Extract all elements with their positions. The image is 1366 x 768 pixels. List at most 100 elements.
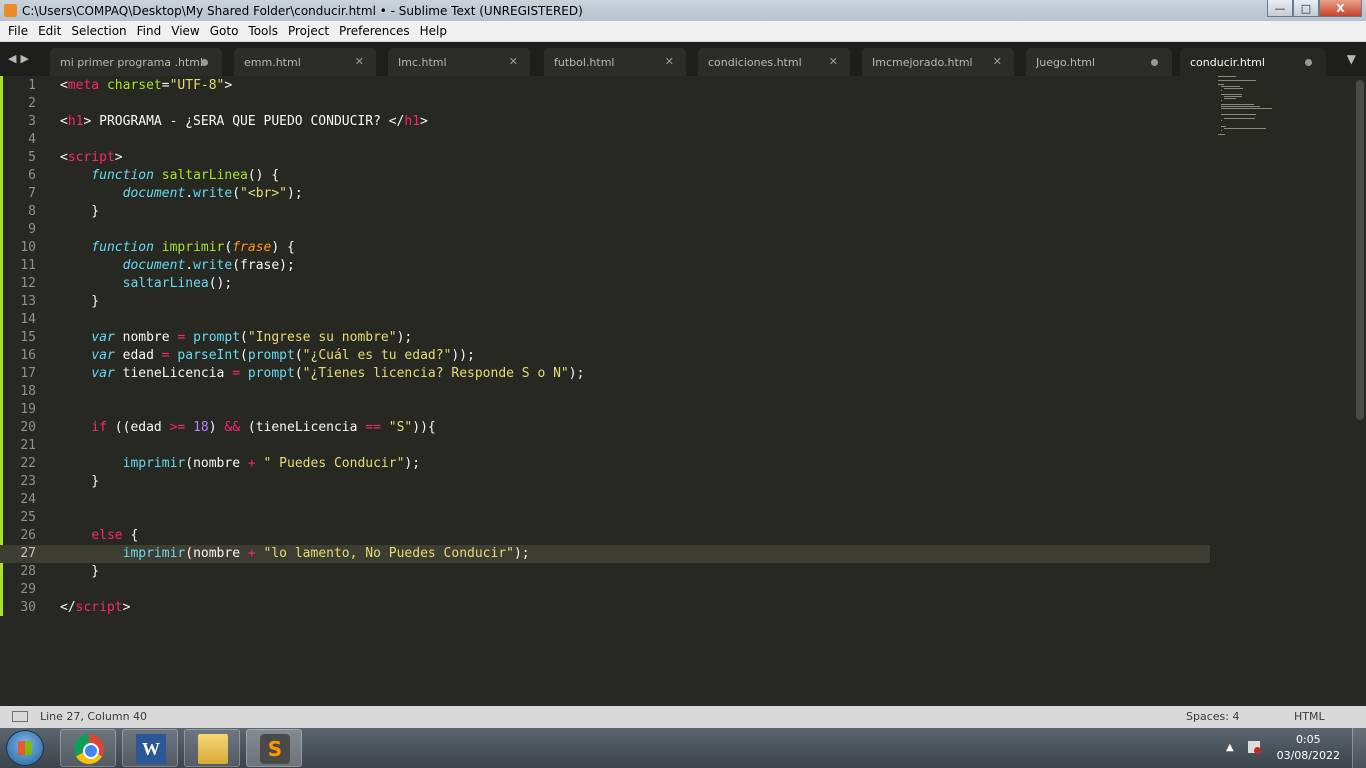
panel-toggle-icon[interactable]	[12, 711, 28, 722]
code-line[interactable]: 15 var nombre = prompt("Ingrese su nombr…	[0, 329, 1210, 347]
code-line[interactable]: 20 if ((edad >= 18) && (tieneLicencia ==…	[0, 419, 1210, 437]
line-code: saltarLinea();	[122, 276, 233, 291]
code-line[interactable]: 24	[0, 491, 1210, 509]
taskbar-word[interactable]: W	[122, 729, 178, 767]
code-line[interactable]: 10 function imprimir(frase) {	[0, 239, 1210, 257]
code-line[interactable]: 14	[0, 311, 1210, 329]
tab-overflow-icon[interactable]: ▼	[1347, 52, 1356, 66]
tab-label: Imc.html	[398, 55, 447, 69]
minimap-line	[1224, 96, 1242, 97]
menu-project[interactable]: Project	[283, 24, 334, 38]
minimap-line	[1221, 106, 1261, 107]
code-line[interactable]: 21	[0, 437, 1210, 455]
maximize-button[interactable]: □	[1293, 0, 1319, 17]
line-number: 20	[20, 420, 36, 435]
line-number: 29	[20, 582, 36, 597]
title-bar: C:\Users\COMPAQ\Desktop\My Shared Folder…	[0, 0, 1366, 21]
line-code: <h1> PROGRAMA - ¿SERA QUE PUEDO CONDUCIR…	[60, 114, 428, 129]
tab-futbol[interactable]: futbol.html ✕	[544, 48, 686, 76]
close-tab-icon[interactable]: ✕	[509, 55, 518, 68]
clock[interactable]: 0:05 03/08/2022	[1277, 732, 1340, 764]
code-line[interactable]: 3 <h1> PROGRAMA - ¿SERA QUE PUEDO CONDUCI…	[0, 113, 1210, 131]
code-line[interactable]: 5 <script>	[0, 149, 1210, 167]
line-code: }	[60, 294, 100, 309]
tab-navigation-arrows-icon[interactable]: ◀▶	[8, 52, 33, 65]
code-line[interactable]: 4	[0, 131, 1210, 149]
minimap[interactable]	[1218, 76, 1288, 138]
minimap-line	[1221, 126, 1226, 127]
code-editor[interactable]: 1 <meta charset="UTF-8"> 2 3 <h1> PROGRAMA -…	[0, 76, 1366, 706]
volume-muted-icon[interactable]	[1248, 741, 1261, 754]
close-button[interactable]: X	[1319, 0, 1362, 17]
menu-file[interactable]: File	[3, 24, 33, 38]
menu-tools[interactable]: Tools	[243, 24, 283, 38]
line-number: 13	[20, 294, 36, 309]
tab-emm[interactable]: emm.html ✕	[234, 48, 376, 76]
menu-help[interactable]: Help	[415, 24, 452, 38]
code-line[interactable]: 7 document.write("<br>");	[0, 185, 1210, 203]
menu-preferences[interactable]: Preferences	[334, 24, 415, 38]
code-line[interactable]: 6 function saltarLinea() {	[0, 167, 1210, 185]
code-line[interactable]: 13 }	[0, 293, 1210, 311]
menu-view[interactable]: View	[166, 24, 204, 38]
taskbar-chrome[interactable]	[60, 729, 116, 767]
tab-imc[interactable]: Imc.html ✕	[388, 48, 530, 76]
window-controls: — □ X	[1267, 0, 1362, 17]
code-line[interactable]: 28 }	[0, 563, 1210, 581]
code-line[interactable]: 2	[0, 95, 1210, 113]
code-line[interactable]: 9	[0, 221, 1210, 239]
menu-edit[interactable]: Edit	[33, 24, 66, 38]
tab-conducir[interactable]: conducir.html	[1180, 48, 1326, 76]
indentation-setting[interactable]: Spaces: 4	[1186, 710, 1239, 723]
tab-juego[interactable]: Juego.html	[1026, 48, 1172, 76]
code-line[interactable]: 1 <meta charset="UTF-8">	[0, 77, 1210, 95]
menu-goto[interactable]: Goto	[205, 24, 244, 38]
code-line[interactable]: 18	[0, 383, 1210, 401]
line-number: 6	[28, 168, 36, 183]
tab-label: mi primer programa .html	[60, 55, 204, 69]
code-line[interactable]: 25	[0, 509, 1210, 527]
tab-condiciones[interactable]: condiciones.html ✕	[698, 48, 850, 76]
close-tab-icon[interactable]: ✕	[829, 55, 838, 68]
menu-find[interactable]: Find	[132, 24, 167, 38]
tab-label: Imcmejorado.html	[872, 55, 973, 69]
menu-selection[interactable]: Selection	[66, 24, 131, 38]
minimap-line	[1221, 114, 1257, 115]
status-bar: Line 27, Column 40 Spaces: 4 HTML	[0, 706, 1366, 728]
windows-taskbar: W S ▲ 0:05 03/08/2022	[0, 728, 1366, 768]
code-line[interactable]: 11 document.write(frase);	[0, 257, 1210, 275]
code-line[interactable]: 23 }	[0, 473, 1210, 491]
line-code: function saltarLinea() {	[91, 168, 280, 183]
vertical-scrollbar[interactable]	[1356, 80, 1364, 420]
code-line[interactable]: 27 imprimir(nombre + "lo lamento, No Pue…	[0, 545, 1210, 563]
line-code: document.write(frase);	[122, 258, 295, 273]
code-line[interactable]: 19	[0, 401, 1210, 419]
tab-imcmejorado[interactable]: Imcmejorado.html ✕	[862, 48, 1014, 76]
minimize-button[interactable]: —	[1267, 0, 1293, 17]
close-tab-icon[interactable]: ✕	[993, 55, 1002, 68]
start-button[interactable]	[6, 730, 44, 766]
code-line[interactable]: 8 }	[0, 203, 1210, 221]
cursor-position: Line 27, Column 40	[40, 710, 148, 723]
code-line[interactable]: 17 var tieneLicencia = prompt("¿Tienes l…	[0, 365, 1210, 383]
code-line[interactable]: 22 imprimir(nombre + " Puedes Conducir")…	[0, 455, 1210, 473]
code-line[interactable]: 12 saltarLinea();	[0, 275, 1210, 293]
show-desktop-button[interactable]	[1352, 728, 1366, 768]
code-line[interactable]: 29	[0, 581, 1210, 599]
close-tab-icon[interactable]: ✕	[665, 55, 674, 68]
line-number: 1	[28, 78, 36, 93]
tab-mi-primer-programa[interactable]: mi primer programa .html	[50, 48, 222, 76]
taskbar-file-explorer[interactable]	[184, 729, 240, 767]
line-code: else {	[91, 528, 139, 543]
show-hidden-icons-icon[interactable]: ▲	[1226, 742, 1234, 753]
modified-dot-icon[interactable]	[1151, 59, 1158, 66]
syntax-setting[interactable]: HTML	[1294, 710, 1325, 723]
close-tab-icon[interactable]: ✕	[355, 55, 364, 68]
modified-dot-icon[interactable]	[201, 59, 208, 66]
code-line[interactable]: 26 else {	[0, 527, 1210, 545]
code-line[interactable]: 30 </script>	[0, 599, 1210, 617]
tab-label: Juego.html	[1036, 55, 1096, 69]
taskbar-sublime-text[interactable]: S	[246, 729, 302, 767]
code-line[interactable]: 16 var edad = parseInt(prompt("¿Cuál es …	[0, 347, 1210, 365]
modified-dot-icon[interactable]	[1305, 59, 1312, 66]
